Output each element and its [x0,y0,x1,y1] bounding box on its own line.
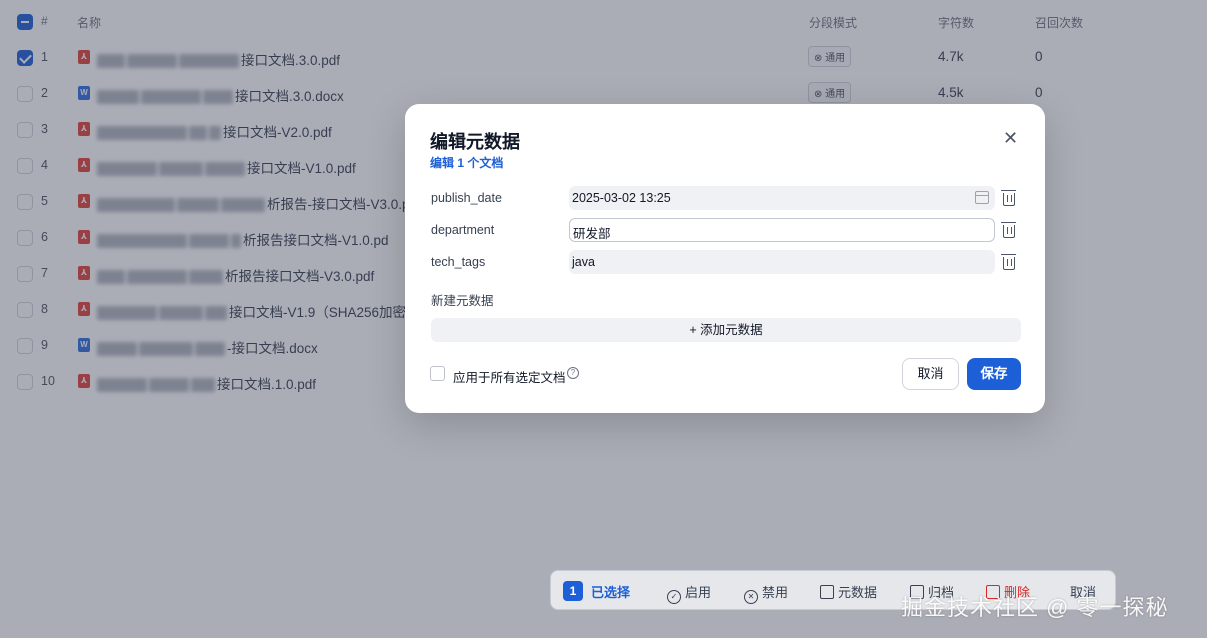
field-label-publish-date: publish_date [431,191,502,205]
enable-button[interactable]: ✓ 启用 [667,582,711,604]
check-circle-icon: ✓ [667,590,681,604]
apply-all-checkbox[interactable] [430,366,445,381]
department-value: 研发部 [573,227,611,241]
add-metadata-button[interactable]: + 添加元数据 [431,318,1021,342]
metadata-button[interactable]: 元数据 [820,582,877,601]
disable-label: 禁用 [762,585,789,600]
dialog-subtitle: 编辑 1 个文档 [430,156,504,170]
new-metadata-label: 新建元数据 [431,294,494,308]
field-label-tech-tags: tech_tags [431,255,486,269]
save-button[interactable]: 保存 [967,358,1021,390]
disable-button[interactable]: ✕ 禁用 [744,582,788,604]
delete-tech-tags-icon[interactable] [1001,254,1016,270]
calendar-icon[interactable] [975,191,989,204]
tech-tags-input[interactable]: java [569,250,995,274]
selected-label: 已选择 [591,585,631,600]
help-circle-icon[interactable]: ? [567,367,579,379]
x-circle-icon: ✕ [744,590,758,604]
enable-label: 启用 [685,585,712,600]
selected-count-badge: 1 [563,581,583,601]
cancel-button[interactable]: 取消 [902,358,959,390]
metadata-label: 元数据 [838,585,878,600]
delete-department-icon[interactable] [1001,222,1016,238]
watermark: 掘金技术社区 @ 零一探秘 [901,595,1169,620]
dialog-title: 编辑元数据 [430,132,520,152]
close-icon[interactable]: ✕ [1003,129,1018,147]
apply-all-label[interactable]: 应用于所有选定文档 [453,367,566,386]
department-input[interactable]: 研发部 [569,218,995,242]
publish-date-value: 2025-03-02 13:25 [572,191,671,205]
publish-date-input[interactable]: 2025-03-02 13:25 [569,186,995,210]
edit-document-icon [820,585,834,599]
delete-publish-date-icon[interactable] [1001,190,1016,206]
edit-metadata-dialog: 编辑元数据 编辑 1 个文档 ✕ publish_date 2025-03-02… [405,104,1045,413]
field-label-department: department [431,223,495,237]
tech-tags-value: java [572,255,595,269]
